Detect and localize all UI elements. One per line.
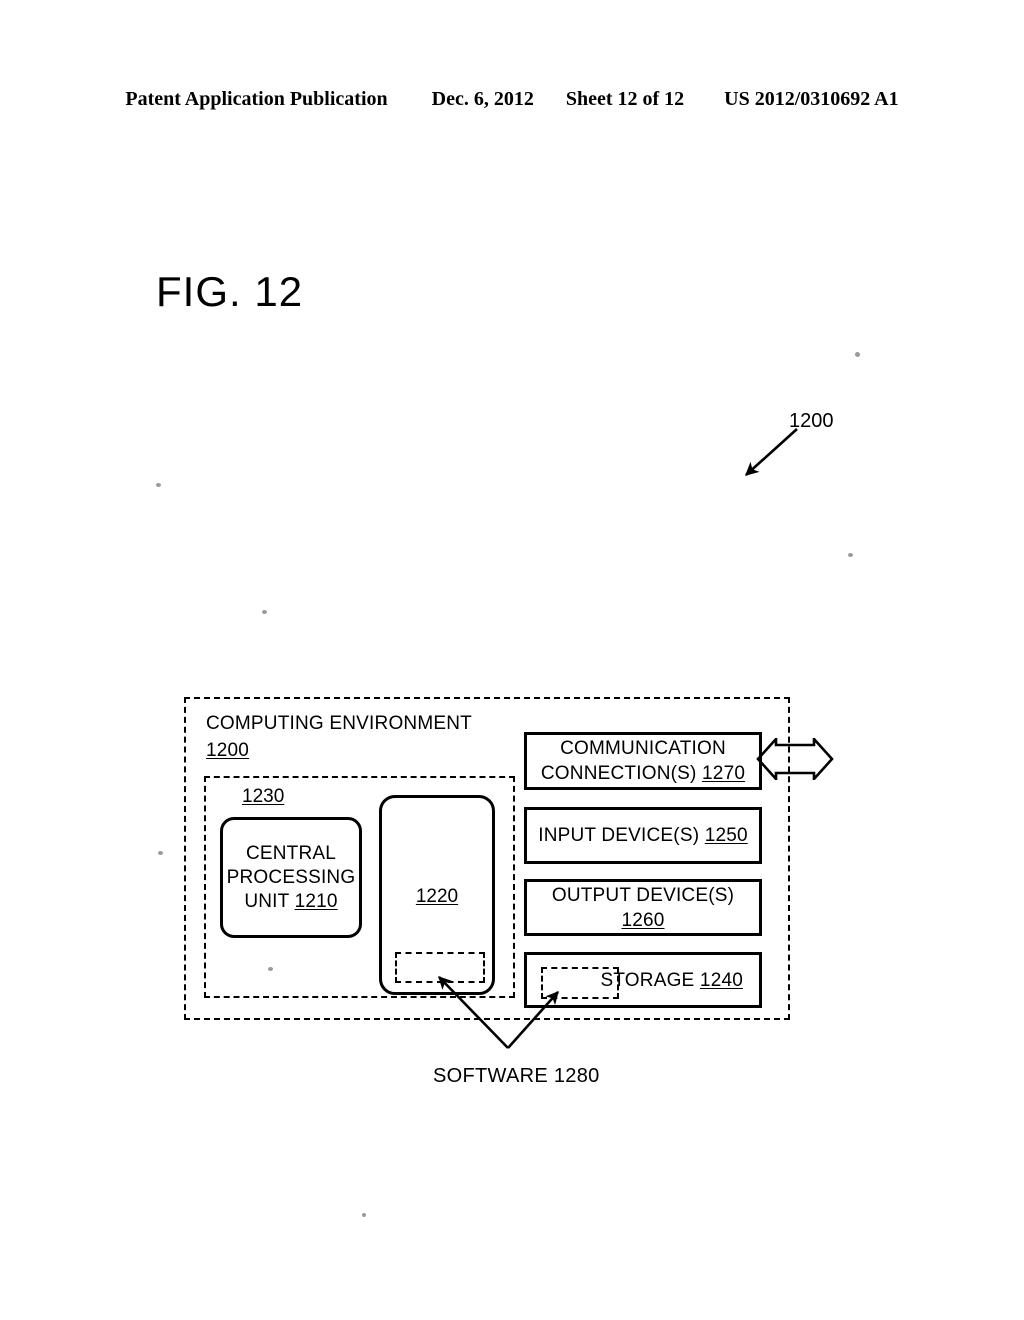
scan-speckle xyxy=(848,553,853,557)
communication-connections-box: COMMUNICATION CONNECTION(S) 1270 xyxy=(524,732,762,790)
output-devices-label-line1: OUTPUT DEVICE(S) xyxy=(551,884,735,906)
sheet-number: Sheet 12 of 12 xyxy=(565,88,685,110)
patent-figure-page: Patent Application Publication Dec. 6, 2… xyxy=(0,0,1024,1320)
software-label: SOFTWARE 1280 xyxy=(433,1065,600,1087)
cpu-label: CENTRAL PROCESSING UNIT 1210 xyxy=(227,842,356,914)
patent-number: US 2012/0310692 A1 xyxy=(724,88,899,110)
memory-ref: 1220 xyxy=(415,886,459,907)
communication-label-line1: COMMUNICATION xyxy=(560,738,726,759)
input-devices-box: INPUT DEVICE(S) 1250 xyxy=(524,807,762,864)
scan-speckle xyxy=(262,610,267,614)
publication-title: Patent Application Publication xyxy=(125,88,388,110)
output-devices-label: OUTPUT DEVICE(S) 1260 xyxy=(552,883,734,933)
figure-title: FIG. 12 xyxy=(156,268,304,315)
scan-speckle xyxy=(362,1213,366,1217)
scan-speckle xyxy=(855,352,860,357)
storage-ref: 1240 xyxy=(699,969,743,991)
input-devices-label: INPUT DEVICE(S) 1250 xyxy=(538,823,748,848)
output-devices-ref: 1260 xyxy=(621,909,665,931)
cpu-ref: 1210 xyxy=(294,890,338,912)
input-devices-ref: 1250 xyxy=(704,825,748,846)
output-devices-box: OUTPUT DEVICE(S) 1260 xyxy=(524,879,762,936)
scan-speckle xyxy=(268,967,273,971)
central-processing-unit-box: CENTRAL PROCESSING UNIT 1210 xyxy=(220,817,362,938)
computing-environment-title: COMPUTING ENVIRONMENT 1200 xyxy=(206,711,472,763)
figure-callout-arrow-icon xyxy=(744,428,798,476)
communication-connections-label: COMMUNICATION CONNECTION(S) 1270 xyxy=(541,736,745,786)
external-communication-arrow-icon xyxy=(756,738,834,780)
software-pointer-arrows-icon xyxy=(438,976,559,1049)
storage-label: STORAGE 1240 xyxy=(600,968,743,993)
scan-speckle xyxy=(156,483,161,487)
scan-speckle xyxy=(158,851,163,855)
computing-environment-ref: 1200 xyxy=(206,740,250,761)
cpu-label-line2: PROCESSING xyxy=(226,866,356,888)
communication-label-line2: CONNECTION(S) xyxy=(540,763,703,784)
publication-date: Dec. 6, 2012 xyxy=(431,88,534,110)
computing-environment-label: COMPUTING ENVIRONMENT xyxy=(206,713,472,734)
publication-header: Patent Application Publication Dec. 6, 2… xyxy=(0,88,1024,111)
input-devices-label-text: INPUT DEVICE(S) xyxy=(538,825,705,846)
cpu-label-line3: UNIT xyxy=(244,890,295,912)
processing-group-ref: 1230 xyxy=(242,786,285,807)
cpu-label-line1: CENTRAL xyxy=(245,842,337,864)
communication-ref: 1270 xyxy=(702,763,746,784)
